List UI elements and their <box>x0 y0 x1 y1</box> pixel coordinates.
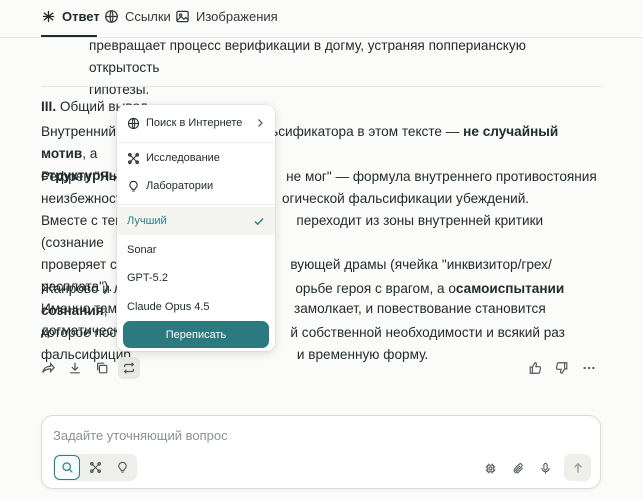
chevron-right-icon <box>258 119 263 127</box>
tab-links-label: Ссылки <box>125 8 171 24</box>
answer-actions <box>0 357 643 379</box>
rewrite-model-menu: Поиск в Интернете Исследование Лаборатор… <box>117 105 275 351</box>
menu-item-label: Исследование <box>146 152 220 164</box>
checkmark-icon <box>254 217 264 226</box>
menu-item-labs[interactable]: Лаборатории <box>117 172 275 200</box>
model-chip-button[interactable] <box>480 458 500 478</box>
rewrite-submit-button[interactable]: Переписать <box>123 321 269 348</box>
model-option-gpt[interactable]: GPT-5.2 <box>117 264 275 292</box>
mode-search-button[interactable] <box>54 455 80 480</box>
globe-icon <box>127 117 140 129</box>
more-button[interactable] <box>578 357 600 379</box>
tab-links[interactable]: Ссылки <box>104 7 171 25</box>
microphone-icon <box>540 462 550 474</box>
image-icon <box>176 10 189 22</box>
menu-item-research[interactable]: Исследование <box>117 144 275 172</box>
model-option-label: Claude Opus 4.5 <box>127 301 210 313</box>
share-icon <box>42 362 55 374</box>
menu-item-label: Лаборатории <box>146 180 214 192</box>
tab-bar: Ответ Ссылки Изображения <box>0 0 643 38</box>
text-fragment: й собственной необходимости и всякий раз <box>290 325 565 340</box>
more-icon <box>583 366 595 370</box>
text-fragment: которое пост <box>41 325 123 340</box>
tab-answer-label: Ответ <box>62 8 100 24</box>
text-line: превращает процесс верификации в догму, … <box>89 38 526 75</box>
share-button[interactable] <box>37 357 59 379</box>
menu-item-web-search[interactable]: Поиск в Интернете <box>117 109 275 137</box>
model-option-label: Лучший <box>127 215 167 227</box>
divider <box>41 86 601 87</box>
text-fragment: огической фальсификации убеждений. <box>281 191 530 206</box>
tab-images-label: Изображения <box>196 8 278 24</box>
thumbs-up-button[interactable] <box>524 357 546 379</box>
paperclip-icon <box>513 462 523 473</box>
text-fragment: альсификатора в этом тексте — <box>255 124 460 139</box>
model-option-label: Sonar <box>127 244 157 256</box>
text-fragment: Рефрен "Я ни <box>41 169 129 184</box>
search-mode-toggle <box>53 454 137 481</box>
text-fragment: , <box>103 303 108 318</box>
mode-labs-button[interactable] <box>109 455 135 480</box>
answer-icon <box>42 10 55 22</box>
copy-icon <box>97 362 108 374</box>
text-fragment: неизбежност <box>41 191 122 206</box>
copy-button[interactable] <box>91 357 113 379</box>
followup-input[interactable] <box>53 425 583 445</box>
arrow-up-icon <box>573 462 582 472</box>
download-button[interactable] <box>64 357 86 379</box>
tab-images[interactable]: Изображения <box>175 7 278 25</box>
chip-icon <box>485 463 495 473</box>
globe-icon <box>105 9 118 23</box>
model-option-label: GPT-5.2 <box>127 272 168 284</box>
lightbulb-icon <box>117 461 127 473</box>
menu-divider <box>117 204 275 205</box>
text-fragment: Внутренний к <box>41 124 126 139</box>
send-button[interactable] <box>564 454 591 481</box>
mode-research-button[interactable] <box>82 455 108 480</box>
text-fragment: не мог" — формула внутреннего противосто… <box>286 169 597 184</box>
menu-item-label: Поиск в Интернете <box>146 117 243 129</box>
followup-box <box>41 415 601 489</box>
research-icon <box>89 462 101 473</box>
model-option-claude[interactable]: Claude Opus 4.5 <box>117 293 275 321</box>
download-icon <box>70 362 80 374</box>
section-number: III. <box>41 99 57 114</box>
text-fragment: орьбе героя с врагом, а о <box>295 281 456 296</box>
model-option-best[interactable]: Лучший <box>117 207 275 235</box>
answer-intro: превращает процесс верификации в догму, … <box>89 35 589 101</box>
search-icon <box>61 462 73 473</box>
tab-answer[interactable]: Ответ <box>41 7 100 25</box>
thumbs-up-icon <box>529 362 542 374</box>
rewrite-button[interactable] <box>118 357 140 379</box>
research-icon <box>128 152 139 164</box>
thumbs-down-button[interactable] <box>551 357 573 379</box>
thumbs-down-icon <box>555 362 568 374</box>
text-fragment: , а <box>82 146 98 161</box>
rewrite-icon <box>123 362 135 374</box>
text-fragment: проверяет се <box>41 257 125 272</box>
lightbulb-icon <box>129 180 138 191</box>
model-option-sonar[interactable]: Sonar <box>117 236 275 264</box>
attach-button[interactable] <box>508 458 528 478</box>
text-fragment: Вместе с тем, <box>41 213 129 228</box>
voice-input-button[interactable] <box>535 458 555 478</box>
menu-divider <box>117 142 275 143</box>
